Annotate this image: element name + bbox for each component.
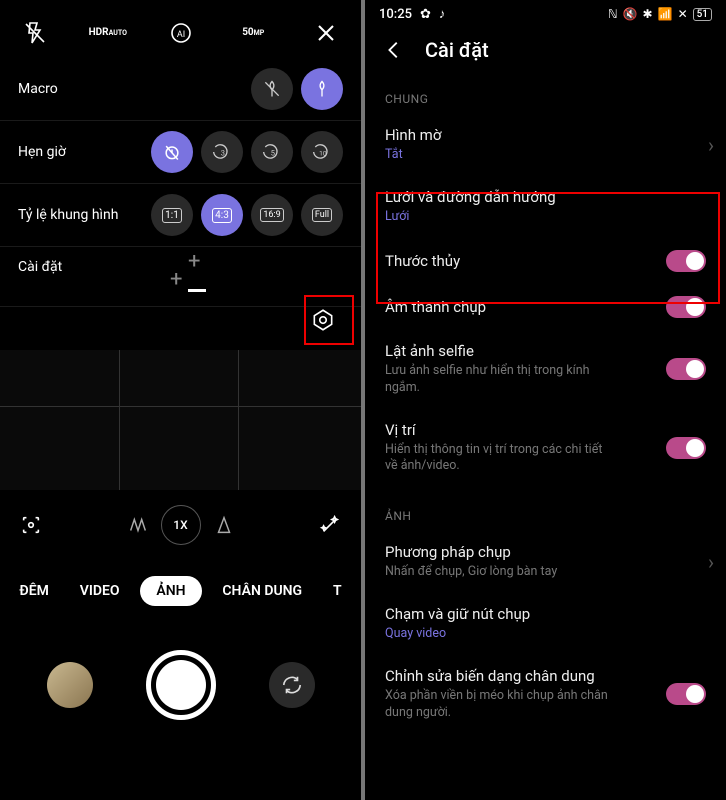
bluetooth-icon: ✱ [643,7,653,21]
aspect-16-9[interactable]: 16:9 [251,194,293,236]
ai-icon[interactable]: AI [166,18,196,48]
item-level[interactable]: Thước thủy [365,238,726,284]
viewfinder[interactable] [0,350,361,490]
google-lens-icon[interactable] [20,514,42,536]
toggle-shutter-sound[interactable] [666,296,706,318]
svg-text:10: 10 [319,149,327,157]
svg-text:5: 5 [271,148,275,157]
item-shutter-sound[interactable]: Âm thanh chụp [365,284,726,330]
zoom-tele-icon[interactable] [213,514,235,536]
toggle-level[interactable] [666,250,706,272]
toggle-portrait-fix[interactable] [666,683,706,705]
chevron-right-icon: › [708,133,714,157]
resolution-icon[interactable]: 50MP [238,18,268,48]
macro-on[interactable] [301,68,343,110]
aspect-label: Tỷ lệ khung hình [18,207,151,223]
macro-label: Macro [18,81,251,97]
timer-off[interactable] [151,131,193,173]
last-photo-thumbnail[interactable] [47,662,93,708]
close-panel-icon[interactable] [311,18,341,48]
item-capture-method[interactable]: Phương pháp chụp Nhấn để chụp, Giơ lòng … [365,531,726,593]
aspect-1-1[interactable]: 1:1 [151,194,193,236]
wifi-icon: 📶 [658,7,673,21]
shutter-button[interactable] [146,650,216,720]
back-arrow-icon[interactable] [383,39,405,61]
hdr-auto-icon[interactable]: HDRAUTO [93,18,123,48]
item-hold-shutter[interactable]: Chạm và giữ nút chụp Quay video [365,593,726,655]
camera-top-bar: HDRAUTO AI 50MP [0,0,361,58]
item-portrait-fix[interactable]: Chỉnh sửa biến dạng chân dung Xóa phần v… [365,655,726,734]
zoom-1x-button[interactable]: 1X [161,505,201,545]
nfc-icon: ℕ [608,7,618,21]
mute-icon: 🔇 [623,7,638,21]
mode-photo[interactable]: ẢNH [140,576,201,606]
row-timer: Hẹn giờ 3 5 10 [0,121,361,184]
mode-more[interactable]: T [323,575,352,607]
gear-mini-icon: ✿ [420,7,431,22]
shutter-row [0,630,361,740]
settings-app: 10:25 ✿ ♪ ℕ 🔇 ✱ 📶 ✕ 51 Cài đặt CHUNG Hìn… [365,0,726,800]
battery-icon: 51 [693,8,712,21]
row-settings: Cài đặt ++ [0,247,361,307]
aspect-full[interactable]: Full [301,194,343,236]
timer-5[interactable]: 5 [251,131,293,173]
row-aspect: Tỷ lệ khung hình 1:1 4:3 16:9 Full [0,184,361,247]
mode-selector[interactable]: ĐÊM VIDEO ẢNH CHÂN DUNG T [0,575,361,607]
aspect-4-3[interactable]: 4:3 [201,194,243,236]
settings-title: Cài đặt [425,38,489,62]
timer-label: Hẹn giờ [18,144,151,160]
section-general: CHUNG [365,80,726,114]
zoom-row: 1X [0,505,361,545]
signal-icon: ✕ [678,7,688,21]
camera-app: HDRAUTO AI 50MP Macro Hẹn giờ 3 [0,0,361,800]
settings-header: Cài đặt [365,24,726,80]
svg-text:AI: AI [176,30,184,40]
section-image: ẢNH [365,497,726,531]
svg-text:3: 3 [221,148,225,157]
zoom-wide-icon[interactable] [127,514,149,536]
mode-portrait[interactable]: CHÂN DUNG [212,575,312,607]
item-grid[interactable]: Lưới và đường dẫn hướng Lưới [365,176,726,238]
chevron-right-icon: › [708,550,714,574]
tiktok-icon: ♪ [439,6,446,22]
flash-off-icon[interactable] [20,18,50,48]
mode-video[interactable]: VIDEO [70,575,130,607]
timer-10[interactable]: 10 [301,131,343,173]
macro-off[interactable] [251,68,293,110]
settings-gear-icon[interactable] [303,300,343,340]
item-location[interactable]: Vị trí Hiển thị thông tin vị trí trong c… [365,409,726,488]
timer-3[interactable]: 3 [201,131,243,173]
clock: 10:25 [379,7,412,22]
item-watermark[interactable]: Hình mờ Tắt › [365,114,726,176]
toggle-location[interactable] [666,437,706,459]
toggle-mirror[interactable] [666,358,706,380]
mode-night[interactable]: ĐÊM [9,575,58,607]
focus-indicator: ++ [170,249,220,299]
switch-camera-button[interactable] [269,662,315,708]
filters-wand-icon[interactable] [319,514,341,536]
item-mirror[interactable]: Lật ảnh selfie Lưu ảnh selfie như hiển t… [365,330,726,409]
row-macro: Macro [0,58,361,121]
status-bar: 10:25 ✿ ♪ ℕ 🔇 ✱ 📶 ✕ 51 [365,0,726,24]
